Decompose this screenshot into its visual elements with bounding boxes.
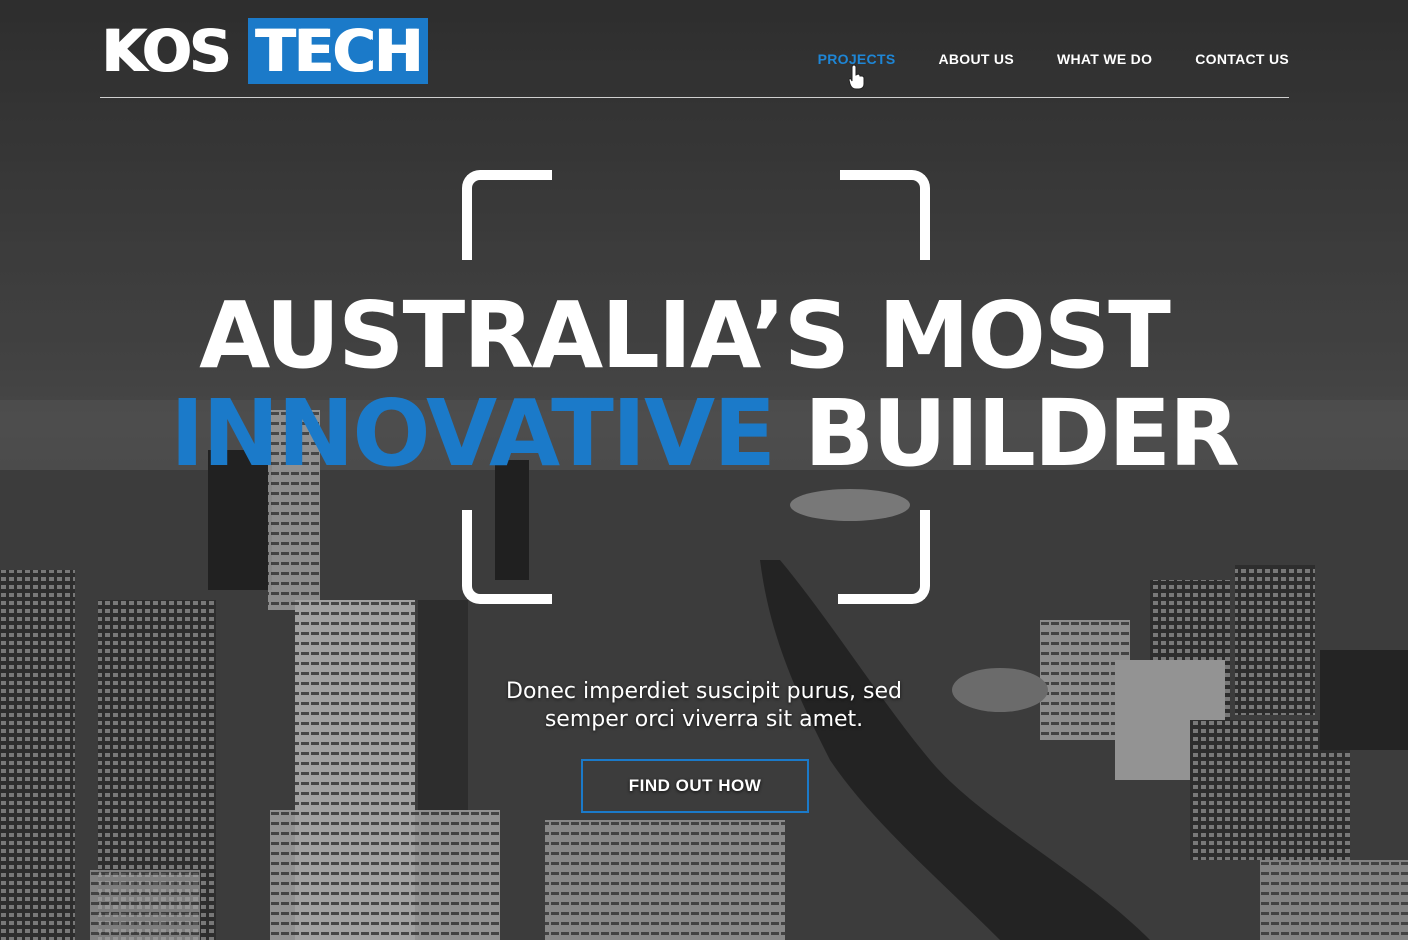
- kostech-logo[interactable]: KOS TECH: [101, 16, 429, 86]
- hand-pointer-cursor-icon: [848, 64, 865, 90]
- nav-item-contact-us[interactable]: CONTACT US: [1195, 51, 1289, 67]
- headline-line-1: AUSTRALIA’S MOST: [199, 282, 1171, 389]
- hero-subtitle-line-2: semper orci viverra sit amet.: [544, 707, 864, 732]
- hero-subtitle-line-1: Donec imperdiet suscipit purus, sed: [506, 679, 902, 704]
- nav-divider: [100, 97, 1289, 98]
- frame-corner-bottom-left: [462, 510, 552, 604]
- headline-accent-word: INNOVATIVE: [170, 380, 776, 487]
- headline-rest-word: BUILDER: [804, 380, 1240, 487]
- nav-item-about-us[interactable]: ABOUT US: [938, 51, 1014, 67]
- hero-subtitle: Donec imperdiet suscipit purus, sed semp…: [0, 678, 1408, 734]
- frame-corner-top-right: [840, 170, 930, 260]
- frame-corner-top-left: [462, 170, 552, 260]
- headline-line-2: INNOVATIVE BUILDER: [0, 386, 1408, 482]
- nav-item-what-we-do[interactable]: WHAT WE DO: [1057, 51, 1152, 67]
- hero-section: KOS TECH PROJECTS ABOUT US WHAT WE DO CO…: [0, 0, 1408, 940]
- top-navigation: KOS TECH PROJECTS ABOUT US WHAT WE DO CO…: [0, 0, 1408, 100]
- frame-corner-bottom-right: [838, 510, 930, 604]
- main-menu: PROJECTS ABOUT US WHAT WE DO CONTACT US: [818, 51, 1289, 67]
- logo-text-kos: KOS: [101, 17, 230, 85]
- find-out-how-button[interactable]: FIND OUT HOW: [581, 759, 809, 813]
- logo-text-tech: TECH: [248, 18, 428, 84]
